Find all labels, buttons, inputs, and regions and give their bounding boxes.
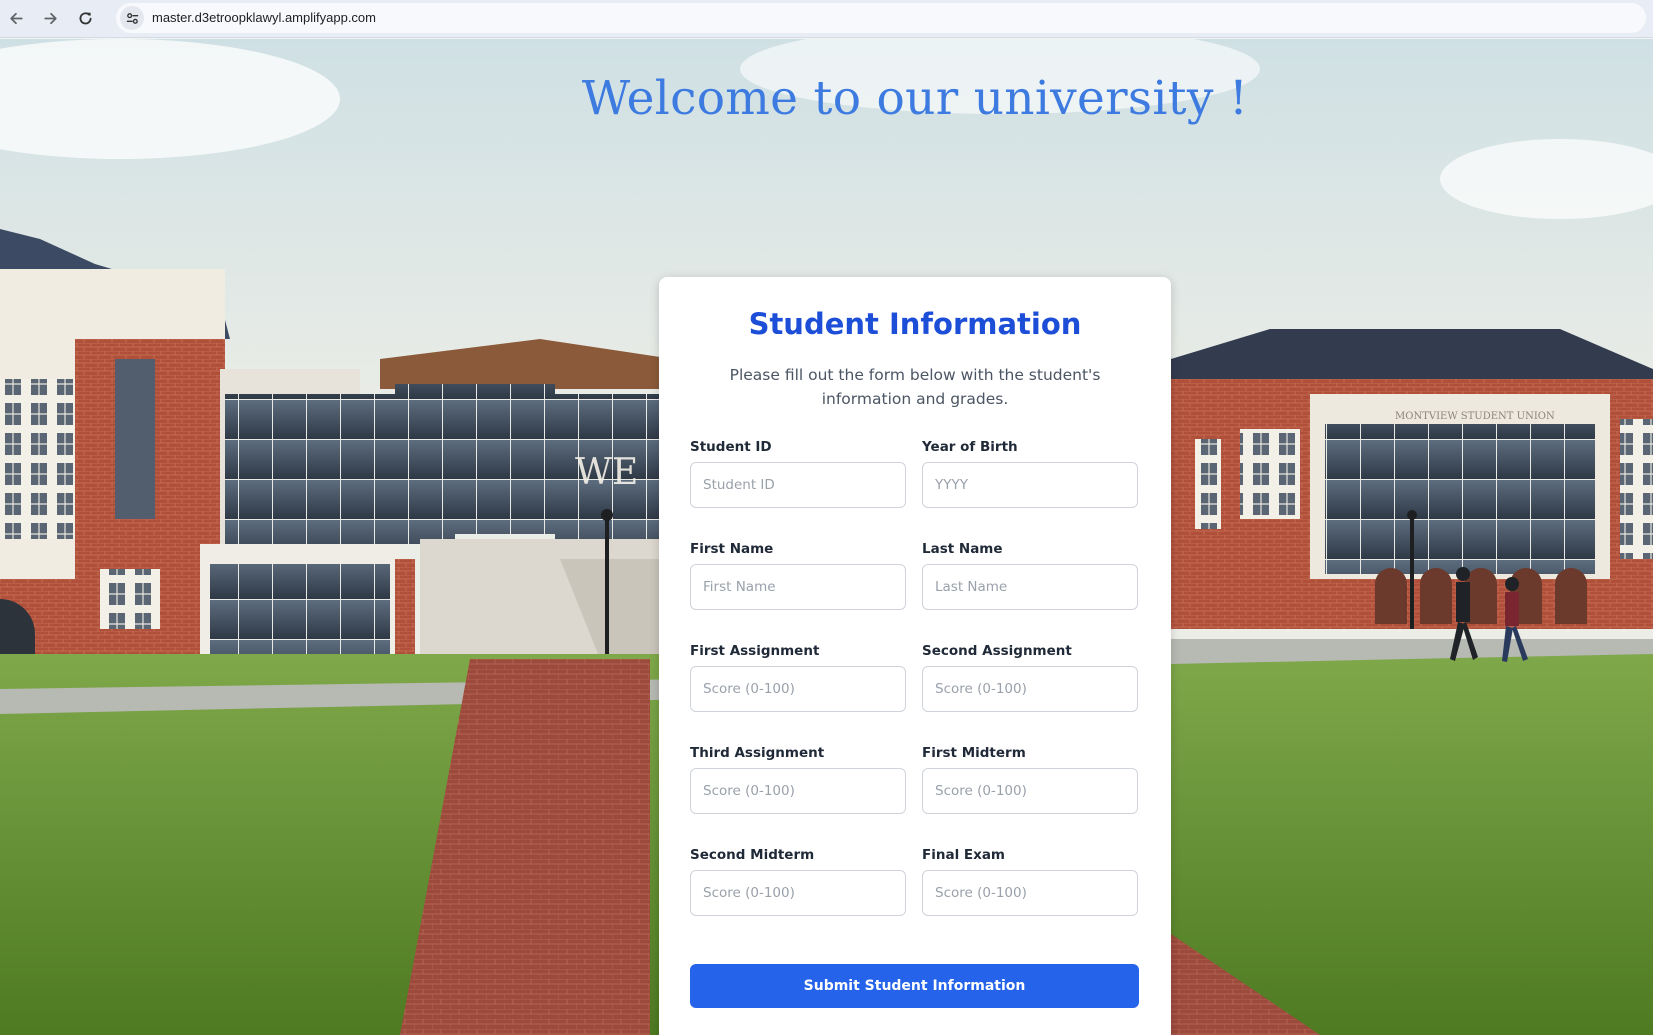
forward-arrow-icon[interactable] <box>37 5 63 31</box>
second-midterm-field: Second Midterm <box>690 847 906 916</box>
reload-icon[interactable] <box>72 5 98 31</box>
second-assignment-input[interactable] <box>922 666 1138 712</box>
student-id-input[interactable] <box>690 462 906 508</box>
year-of-birth-input[interactable] <box>922 462 1138 508</box>
first-assignment-label: First Assignment <box>690 643 820 659</box>
last-name-label: Last Name <box>922 541 1003 557</box>
student-information-form: Student Information Please fill out the … <box>659 277 1171 1035</box>
submit-student-information-button[interactable]: Submit Student Information <box>690 964 1139 1008</box>
site-info-icon[interactable] <box>120 6 144 30</box>
form-title: Student Information <box>748 307 1082 341</box>
first-assignment-input[interactable] <box>690 666 906 712</box>
address-bar[interactable]: master.d3etroopklawyl.amplifyapp.com <box>116 3 1646 33</box>
form-description: Please fill out the form below with the … <box>729 366 1101 408</box>
glass-letters: WE <box>575 452 638 493</box>
student-id-field: Student ID <box>690 439 906 508</box>
first-name-input[interactable] <box>690 564 906 610</box>
first-assignment-field: First Assignment <box>690 643 906 712</box>
first-midterm-input[interactable] <box>922 768 1138 814</box>
second-assignment-label: Second Assignment <box>922 643 1072 659</box>
year-of-birth-field: Year of Birth <box>922 439 1138 508</box>
second-midterm-input[interactable] <box>690 870 906 916</box>
welcome-heading: Welcome to our university ! <box>581 71 1249 126</box>
final-exam-field: Final Exam <box>922 847 1138 916</box>
second-midterm-label: Second Midterm <box>690 847 815 863</box>
student-id-label: Student ID <box>690 439 772 455</box>
url-text: master.d3etroopklawyl.amplifyapp.com <box>152 10 376 25</box>
first-midterm-label: First Midterm <box>922 745 1026 761</box>
final-exam-input[interactable] <box>922 870 1138 916</box>
third-assignment-input[interactable] <box>690 768 906 814</box>
first-name-label: First Name <box>690 541 774 557</box>
third-assignment-field: Third Assignment <box>690 745 906 814</box>
browser-toolbar: master.d3etroopklawyl.amplifyapp.com <box>0 0 1653 38</box>
last-name-field: Last Name <box>922 541 1138 610</box>
page-viewport: WE MONTVIEW STUDENT UNION Welcome to our… <box>0 39 1653 1035</box>
first-name-field: First Name <box>690 541 906 610</box>
second-assignment-field: Second Assignment <box>922 643 1138 712</box>
year-of-birth-label: Year of Birth <box>922 439 1018 455</box>
building-sign: MONTVIEW STUDENT UNION <box>1395 411 1555 422</box>
back-arrow-icon[interactable] <box>3 5 29 31</box>
last-name-input[interactable] <box>922 564 1138 610</box>
final-exam-label: Final Exam <box>922 847 1006 863</box>
third-assignment-label: Third Assignment <box>690 745 825 761</box>
first-midterm-field: First Midterm <box>922 745 1138 814</box>
